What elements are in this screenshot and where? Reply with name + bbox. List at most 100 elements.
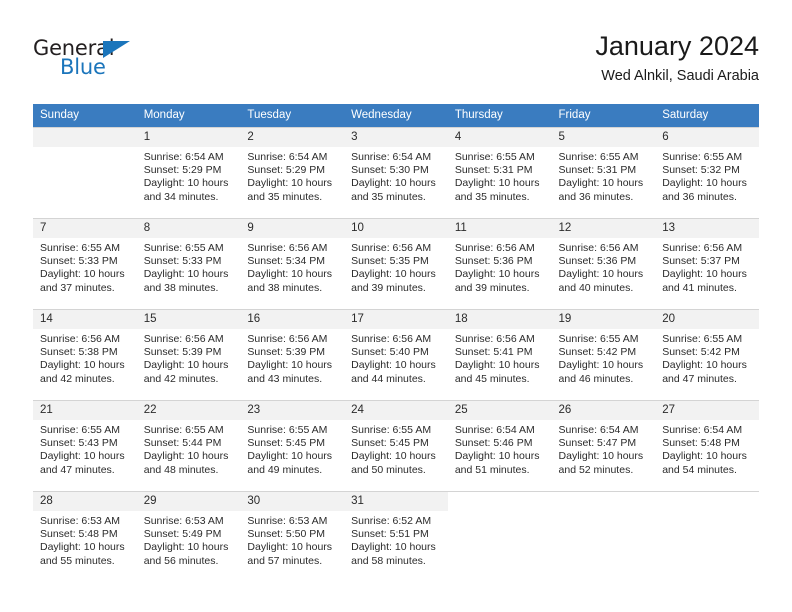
daylight-duration-line1: Daylight: 10 hours xyxy=(40,541,125,554)
sunset-time: Sunset: 5:39 PM xyxy=(143,346,222,359)
sunset-time: Sunset: 5:43 PM xyxy=(40,437,118,450)
day-details: Sunrise: 6:54 AM Sunset: 5:29 PM Daylight:… xyxy=(137,147,241,204)
day-details: Sunrise: 6:55 AM Sunset: 5:33 PM Daylight:… xyxy=(33,238,137,295)
sunrise-time: Sunrise: 6:56 AM xyxy=(558,242,639,254)
weekday-header-thursday: Thursday xyxy=(447,104,552,128)
sunrise-time: Sunrise: 6:56 AM xyxy=(351,242,432,254)
calendar-day-cell[interactable]: 13 Sunrise: 6:56 AM Sunset: 5:37 PM Dayligh… xyxy=(655,218,759,310)
calendar-day-cell[interactable]: 12 Sunrise: 6:56 AM Sunset: 5:36 PM Dayligh… xyxy=(551,218,656,310)
calendar-day-cell[interactable]: 8 Sunrise: 6:55 AM Sunset: 5:33 PM Daylight… xyxy=(136,218,241,310)
daylight-duration-line1: Daylight: 10 hours xyxy=(558,268,644,281)
daylight-duration-line2: and 38 minutes. xyxy=(143,281,219,294)
day-details: Sunrise: 6:54 AM Sunset: 5:47 PM Daylight:… xyxy=(552,420,656,477)
day-details: Sunrise: 6:56 AM Sunset: 5:39 PM Daylight:… xyxy=(240,329,344,386)
calendar-week-row: 7 Sunrise: 6:55 AM Sunset: 5:33 PM Daylight… xyxy=(33,218,759,310)
calendar-day-cell[interactable]: 19 Sunrise: 6:55 AM Sunset: 5:42 PM Dayligh… xyxy=(551,309,656,401)
calendar-day-cell[interactable]: 20 Sunrise: 6:55 AM Sunset: 5:42 PM Dayligh… xyxy=(655,309,759,401)
calendar-day-cell[interactable]: 21 Sunrise: 6:55 AM Sunset: 5:43 PM Dayligh… xyxy=(33,400,137,492)
daylight-duration-line2: and 36 minutes. xyxy=(558,190,634,203)
sunset-time: Sunset: 5:37 PM xyxy=(662,255,740,268)
day-number: 24 xyxy=(344,401,448,420)
calendar-day-cell[interactable]: 15 Sunrise: 6:56 AM Sunset: 5:39 PM Dayligh… xyxy=(136,309,241,401)
weekday-header-wednesday: Wednesday xyxy=(344,104,448,128)
calendar-day-cell[interactable]: 31 Sunrise: 6:52 AM Sunset: 5:51 PM Dayligh… xyxy=(344,491,448,580)
sunrise-time: Sunrise: 6:53 AM xyxy=(40,515,120,527)
day-details: Sunrise: 6:55 AM Sunset: 5:42 PM Daylight:… xyxy=(655,329,759,386)
calendar-day-cell[interactable]: 25 Sunrise: 6:54 AM Sunset: 5:46 PM Dayligh… xyxy=(447,400,552,492)
daylight-duration-line1: Daylight: 10 hours xyxy=(558,450,644,463)
day-number: 28 xyxy=(33,492,137,511)
sunrise-time: Sunrise: 6:56 AM xyxy=(40,333,120,345)
day-details: Sunrise: 6:55 AM Sunset: 5:44 PM Daylight:… xyxy=(137,420,241,477)
calendar-day-cell[interactable]: 7 Sunrise: 6:55 AM Sunset: 5:33 PM Daylight… xyxy=(33,218,137,310)
daylight-duration-line1: Daylight: 10 hours xyxy=(247,177,333,190)
calendar-day-cell[interactable]: 6 Sunrise: 6:55 AM Sunset: 5:32 PM Daylight… xyxy=(655,127,759,219)
calendar-day-cell[interactable]: 27 Sunrise: 6:54 AM Sunset: 5:48 PM Dayligh… xyxy=(655,400,759,492)
day-number: 22 xyxy=(136,401,241,420)
calendar-day-cell[interactable]: 24 Sunrise: 6:55 AM Sunset: 5:45 PM Dayligh… xyxy=(344,400,448,492)
day-details: Sunrise: 6:56 AM Sunset: 5:41 PM Daylight:… xyxy=(448,329,552,386)
weekday-header-friday: Friday xyxy=(551,104,656,128)
day-number xyxy=(447,492,552,511)
sunset-time: Sunset: 5:36 PM xyxy=(558,255,637,268)
daylight-duration-line2: and 56 minutes. xyxy=(143,554,219,567)
day-number: 5 xyxy=(551,128,656,147)
day-details: Sunrise: 6:55 AM Sunset: 5:42 PM Daylight:… xyxy=(552,329,656,386)
calendar-day-cell[interactable]: 18 Sunrise: 6:56 AM Sunset: 5:41 PM Dayligh… xyxy=(447,309,552,401)
weekday-header-monday: Monday xyxy=(136,104,241,128)
day-number: 14 xyxy=(33,310,137,329)
calendar-day-cell[interactable]: 14 Sunrise: 6:56 AM Sunset: 5:38 PM Dayligh… xyxy=(33,309,137,401)
sunset-time: Sunset: 5:40 PM xyxy=(351,346,429,359)
calendar-day-cell[interactable]: 29 Sunrise: 6:53 AM Sunset: 5:49 PM Dayligh… xyxy=(136,491,241,580)
day-details: Sunrise: 6:53 AM Sunset: 5:48 PM Daylight:… xyxy=(33,511,137,568)
sunrise-time: Sunrise: 6:54 AM xyxy=(143,151,224,163)
day-details: Sunrise: 6:52 AM Sunset: 5:51 PM Daylight:… xyxy=(344,511,448,568)
calendar-day-cell[interactable]: 17 Sunrise: 6:56 AM Sunset: 5:40 PM Dayligh… xyxy=(344,309,448,401)
calendar-day-cell[interactable]: 11 Sunrise: 6:56 AM Sunset: 5:36 PM Dayligh… xyxy=(447,218,552,310)
calendar-day-cell[interactable] xyxy=(551,491,656,580)
daylight-duration-line2: and 55 minutes. xyxy=(40,554,115,567)
daylight-duration-line2: and 40 minutes. xyxy=(558,281,634,294)
daylight-duration-line2: and 51 minutes. xyxy=(454,463,530,476)
calendar-day-cell[interactable]: 16 Sunrise: 6:56 AM Sunset: 5:39 PM Dayligh… xyxy=(240,309,345,401)
calendar-day-cell[interactable] xyxy=(33,127,137,219)
day-details: Sunrise: 6:55 AM Sunset: 5:45 PM Daylight:… xyxy=(240,420,344,477)
calendar-day-cell[interactable]: 5 Sunrise: 6:55 AM Sunset: 5:31 PM Daylight… xyxy=(551,127,656,219)
page-title: January 2024 xyxy=(595,31,759,61)
sunset-time: Sunset: 5:30 PM xyxy=(351,164,429,177)
calendar-day-cell[interactable] xyxy=(655,491,759,580)
day-number xyxy=(33,128,137,147)
general-blue-logo[interactable]: General Blue xyxy=(33,38,213,84)
daylight-duration-line1: Daylight: 10 hours xyxy=(143,541,229,554)
calendar-day-cell[interactable] xyxy=(447,491,552,580)
calendar-day-cell[interactable]: 4 Sunrise: 6:55 AM Sunset: 5:31 PM Daylight… xyxy=(447,127,552,219)
calendar-day-cell[interactable]: 2 Sunrise: 6:54 AM Sunset: 5:29 PM Daylight… xyxy=(240,127,345,219)
sunrise-time: Sunrise: 6:56 AM xyxy=(143,333,224,345)
daylight-duration-line1: Daylight: 10 hours xyxy=(40,450,125,463)
calendar-body: 1 Sunrise: 6:54 AM Sunset: 5:29 PM Daylight… xyxy=(33,127,759,580)
calendar-day-cell[interactable]: 23 Sunrise: 6:55 AM Sunset: 5:45 PM Dayligh… xyxy=(240,400,345,492)
day-number: 4 xyxy=(447,128,552,147)
daylight-duration-line2: and 38 minutes. xyxy=(247,281,323,294)
day-details: Sunrise: 6:54 AM Sunset: 5:29 PM Daylight:… xyxy=(240,147,344,204)
day-details: Sunrise: 6:56 AM Sunset: 5:36 PM Daylight:… xyxy=(448,238,552,295)
calendar-week-row: 14 Sunrise: 6:56 AM Sunset: 5:38 PM Dayligh… xyxy=(33,309,759,401)
calendar-day-cell[interactable]: 3 Sunrise: 6:54 AM Sunset: 5:30 PM Daylight… xyxy=(344,127,448,219)
calendar-day-cell[interactable]: 1 Sunrise: 6:54 AM Sunset: 5:29 PM Daylight… xyxy=(136,127,241,219)
daylight-duration-line2: and 52 minutes. xyxy=(558,463,634,476)
calendar-day-cell[interactable]: 10 Sunrise: 6:56 AM Sunset: 5:35 PM Dayligh… xyxy=(344,218,448,310)
calendar-day-cell[interactable]: 28 Sunrise: 6:53 AM Sunset: 5:48 PM Dayligh… xyxy=(33,491,137,580)
calendar-day-cell[interactable]: 30 Sunrise: 6:53 AM Sunset: 5:50 PM Dayligh… xyxy=(240,491,345,580)
sunrise-time: Sunrise: 6:54 AM xyxy=(662,424,743,436)
sunset-time: Sunset: 5:45 PM xyxy=(351,437,429,450)
day-number: 10 xyxy=(344,219,448,238)
daylight-duration-line2: and 35 minutes. xyxy=(247,190,323,203)
daylight-duration-line1: Daylight: 10 hours xyxy=(454,268,540,281)
calendar-day-cell[interactable]: 9 Sunrise: 6:56 AM Sunset: 5:34 PM Daylight… xyxy=(240,218,345,310)
daylight-duration-line1: Daylight: 10 hours xyxy=(351,450,436,463)
calendar-day-cell[interactable]: 26 Sunrise: 6:54 AM Sunset: 5:47 PM Dayligh… xyxy=(551,400,656,492)
sunset-time: Sunset: 5:42 PM xyxy=(662,346,740,359)
daylight-duration-line1: Daylight: 10 hours xyxy=(351,541,436,554)
day-details: Sunrise: 6:54 AM Sunset: 5:30 PM Daylight:… xyxy=(344,147,448,204)
calendar-day-cell[interactable]: 22 Sunrise: 6:55 AM Sunset: 5:44 PM Dayligh… xyxy=(136,400,241,492)
